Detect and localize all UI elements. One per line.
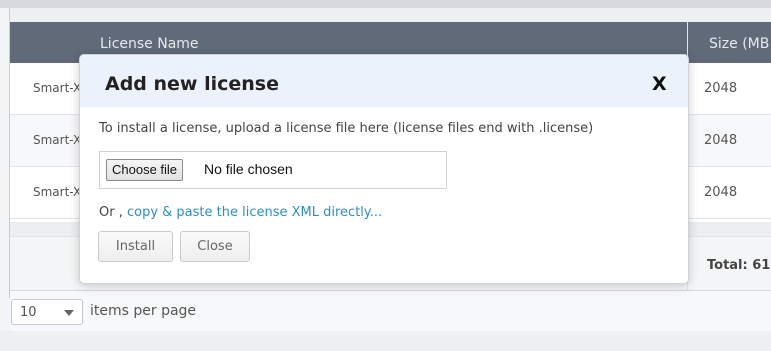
close-button[interactable]: Close bbox=[180, 231, 250, 262]
dialog-title: Add new license bbox=[105, 73, 279, 95]
add-license-dialog: Add new license X To install a license, … bbox=[79, 54, 689, 284]
or-prefix: Or , bbox=[99, 205, 127, 220]
column-header-license-name[interactable]: License Name bbox=[100, 36, 199, 52]
choose-file-button[interactable]: Choose file bbox=[106, 159, 184, 181]
page-size-select[interactable]: 10 bbox=[11, 299, 83, 325]
dialog-header: Add new license X bbox=[80, 55, 688, 107]
close-icon[interactable]: X bbox=[652, 73, 667, 95]
row-size: 2048 bbox=[704, 185, 738, 200]
page-size-value: 10 bbox=[20, 305, 37, 320]
bottom-band bbox=[0, 331, 771, 351]
grid-top-gap bbox=[10, 8, 771, 22]
row-size: 2048 bbox=[704, 81, 738, 96]
row-size: 2048 bbox=[704, 133, 738, 148]
no-file-chosen-text: No file chosen bbox=[204, 161, 293, 177]
chevron-down-icon bbox=[64, 310, 74, 316]
paste-license-xml-link[interactable]: copy & paste the license XML directly... bbox=[127, 205, 382, 220]
row-license-name: Smart-X bbox=[33, 81, 82, 95]
pager: 10 items per page bbox=[10, 290, 771, 332]
row-license-name: Smart-X bbox=[33, 133, 82, 147]
paste-option-line: Or , copy & paste the license XML direct… bbox=[99, 205, 382, 220]
column-header-size[interactable]: Size (MB bbox=[709, 36, 769, 52]
license-file-input[interactable]: Choose file No file chosen bbox=[99, 151, 447, 189]
install-button[interactable]: Install bbox=[98, 231, 173, 262]
row-license-name: Smart-X bbox=[33, 185, 82, 199]
top-strip bbox=[0, 0, 771, 8]
items-per-page-label: items per page bbox=[90, 303, 197, 319]
total-size-label: Total: 614 bbox=[707, 258, 771, 273]
dialog-instructions: To install a license, upload a license f… bbox=[99, 121, 594, 136]
